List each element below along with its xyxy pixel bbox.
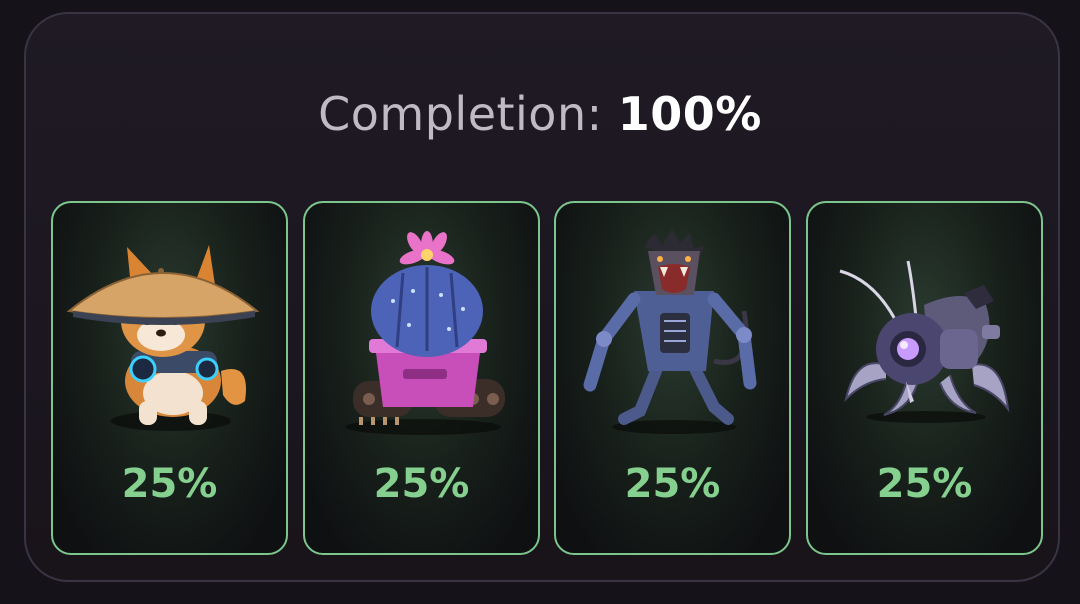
collectible-card-robot-bug[interactable]: 25% xyxy=(806,201,1043,555)
collectible-card-cactus[interactable]: 25% xyxy=(303,201,540,555)
completion-title: Completion: 100% xyxy=(0,84,1080,144)
card-percent: 25% xyxy=(876,461,973,507)
completion-value: 100% xyxy=(617,87,762,141)
shiba-dog-straw-hat-icon xyxy=(66,245,260,431)
robot-werewolf-icon xyxy=(583,229,757,434)
cactus-tank-icon xyxy=(345,231,505,435)
collectible-card-shiba[interactable]: 25% xyxy=(51,201,288,555)
card-percent: 25% xyxy=(373,461,470,507)
robot-spider-bug-icon xyxy=(839,260,1010,423)
card-percent: 25% xyxy=(121,461,218,507)
collectible-card-werewolf[interactable]: 25% xyxy=(554,201,791,555)
card-percent: 25% xyxy=(624,461,721,507)
completion-label: Completion: xyxy=(318,87,603,141)
